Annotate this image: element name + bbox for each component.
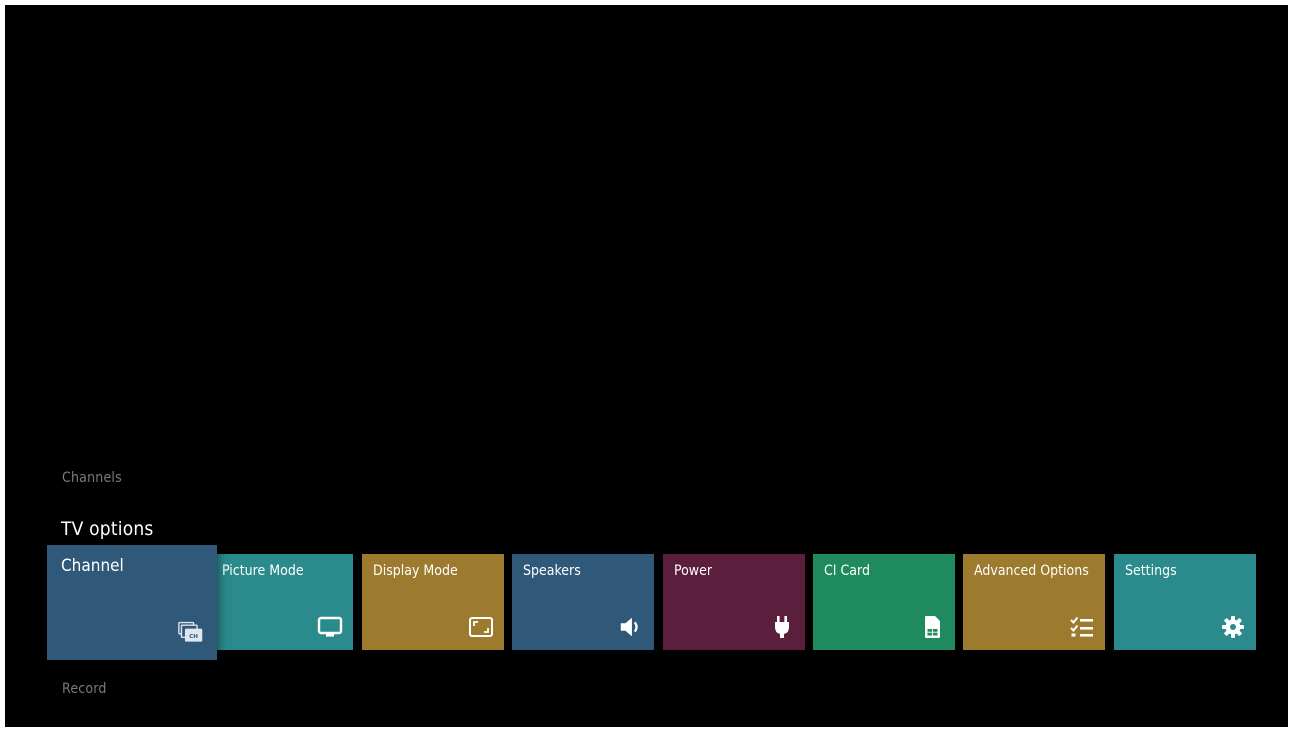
tile-ci-card[interactable]: CI Card bbox=[813, 554, 955, 650]
gear-icon bbox=[1220, 614, 1246, 640]
tile-label: Settings bbox=[1125, 563, 1177, 579]
tile-label: Speakers bbox=[523, 563, 581, 579]
tile-label: Power bbox=[674, 563, 713, 579]
aspect-ratio-icon bbox=[468, 614, 494, 640]
channel-list-icon: CH bbox=[178, 620, 204, 646]
record-section-label[interactable]: Record bbox=[62, 681, 107, 697]
checklist-icon bbox=[1069, 614, 1095, 640]
power-plug-icon bbox=[769, 614, 795, 640]
tile-label: Channel bbox=[61, 556, 124, 576]
tile-channel[interactable]: Channel CH bbox=[47, 545, 217, 660]
svg-text:CH: CH bbox=[189, 634, 198, 640]
tile-advanced-options[interactable]: Advanced Options bbox=[963, 554, 1105, 650]
monitor-icon bbox=[317, 614, 343, 640]
tile-power[interactable]: Power bbox=[663, 554, 805, 650]
sim-card-icon bbox=[919, 614, 945, 640]
tv-options-title: TV options bbox=[61, 518, 154, 540]
tile-settings[interactable]: Settings bbox=[1114, 554, 1256, 650]
tile-display-mode[interactable]: Display Mode bbox=[362, 554, 504, 650]
tile-speakers[interactable]: Speakers bbox=[512, 554, 654, 650]
tile-picture-mode[interactable]: Picture Mode bbox=[211, 554, 353, 650]
tile-label: CI Card bbox=[824, 563, 870, 579]
tile-label: Display Mode bbox=[373, 563, 458, 579]
tile-label: Advanced Options bbox=[974, 563, 1089, 579]
speaker-icon bbox=[618, 614, 644, 640]
tile-label: Picture Mode bbox=[222, 563, 304, 579]
tv-screen: Channels TV options Channel CH Picture M… bbox=[5, 5, 1288, 727]
channels-section-label[interactable]: Channels bbox=[62, 470, 122, 486]
